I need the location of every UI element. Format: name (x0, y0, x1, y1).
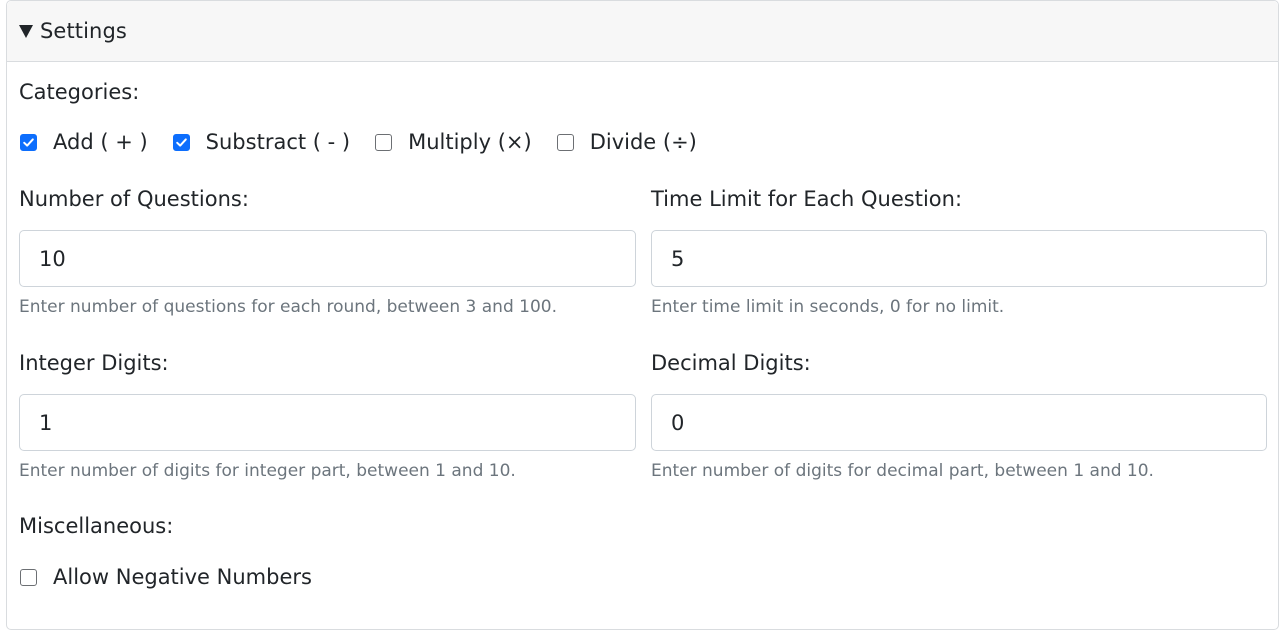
allow-negative-label: Allow Negative Numbers (53, 565, 312, 589)
decimal-digits-input-value: 0 (671, 410, 685, 435)
questions-input-value: 10 (39, 246, 66, 271)
questions-label: Number of Questions: (19, 187, 249, 211)
integer-digits-help: Enter number of digits for integer part,… (19, 461, 516, 481)
category-divide[interactable]: Divide (÷) (556, 130, 697, 154)
triangle-down-icon (19, 25, 33, 38)
settings-title: Settings (40, 19, 127, 43)
time-limit-input-value: 5 (671, 246, 685, 271)
checkbox-substract[interactable] (172, 133, 190, 151)
category-add-label: Add ( + ) (53, 130, 148, 154)
category-multiply[interactable]: Multiply (×) (375, 130, 532, 154)
categories-checkboxes: Add ( + ) Substract ( - ) Multiply (×) D… (13, 126, 697, 158)
checkbox-divide[interactable] (556, 133, 574, 151)
category-substract-label: Substract ( - ) (205, 130, 351, 154)
questions-input[interactable]: 10 (19, 230, 636, 287)
questions-help: Enter number of questions for each round… (19, 297, 557, 317)
checkbox-allow-negative[interactable] (20, 568, 37, 586)
decimal-digits-label: Decimal Digits: (651, 351, 811, 375)
checkbox-add[interactable] (20, 133, 37, 151)
checkmark-icon (175, 137, 187, 147)
allow-negative-option[interactable]: Allow Negative Numbers (20, 561, 312, 593)
category-multiply-label: Multiply (×) (408, 130, 532, 154)
checkmark-icon (23, 137, 34, 147)
time-limit-help: Enter time limit in seconds, 0 for no li… (651, 297, 1005, 317)
decimal-digits-input[interactable]: 0 (651, 394, 1267, 451)
integer-digits-input-value: 1 (39, 410, 53, 435)
checkbox-multiply[interactable] (375, 133, 393, 151)
decimal-digits-help: Enter number of digits for decimal part,… (651, 461, 1154, 481)
category-divide-label: Divide (÷) (589, 130, 697, 154)
categories-label: Categories: (19, 80, 140, 104)
time-limit-label: Time Limit for Each Question: (651, 187, 963, 211)
time-limit-input[interactable]: 5 (651, 230, 1267, 287)
integer-digits-label: Integer Digits: (19, 351, 169, 375)
miscellaneous-label: Miscellaneous: (19, 514, 174, 538)
settings-toggle[interactable]: Settings (7, 1, 1278, 62)
category-add[interactable]: Add ( + ) (20, 130, 148, 154)
category-substract[interactable]: Substract ( - ) (172, 130, 351, 154)
integer-digits-input[interactable]: 1 (19, 394, 636, 451)
